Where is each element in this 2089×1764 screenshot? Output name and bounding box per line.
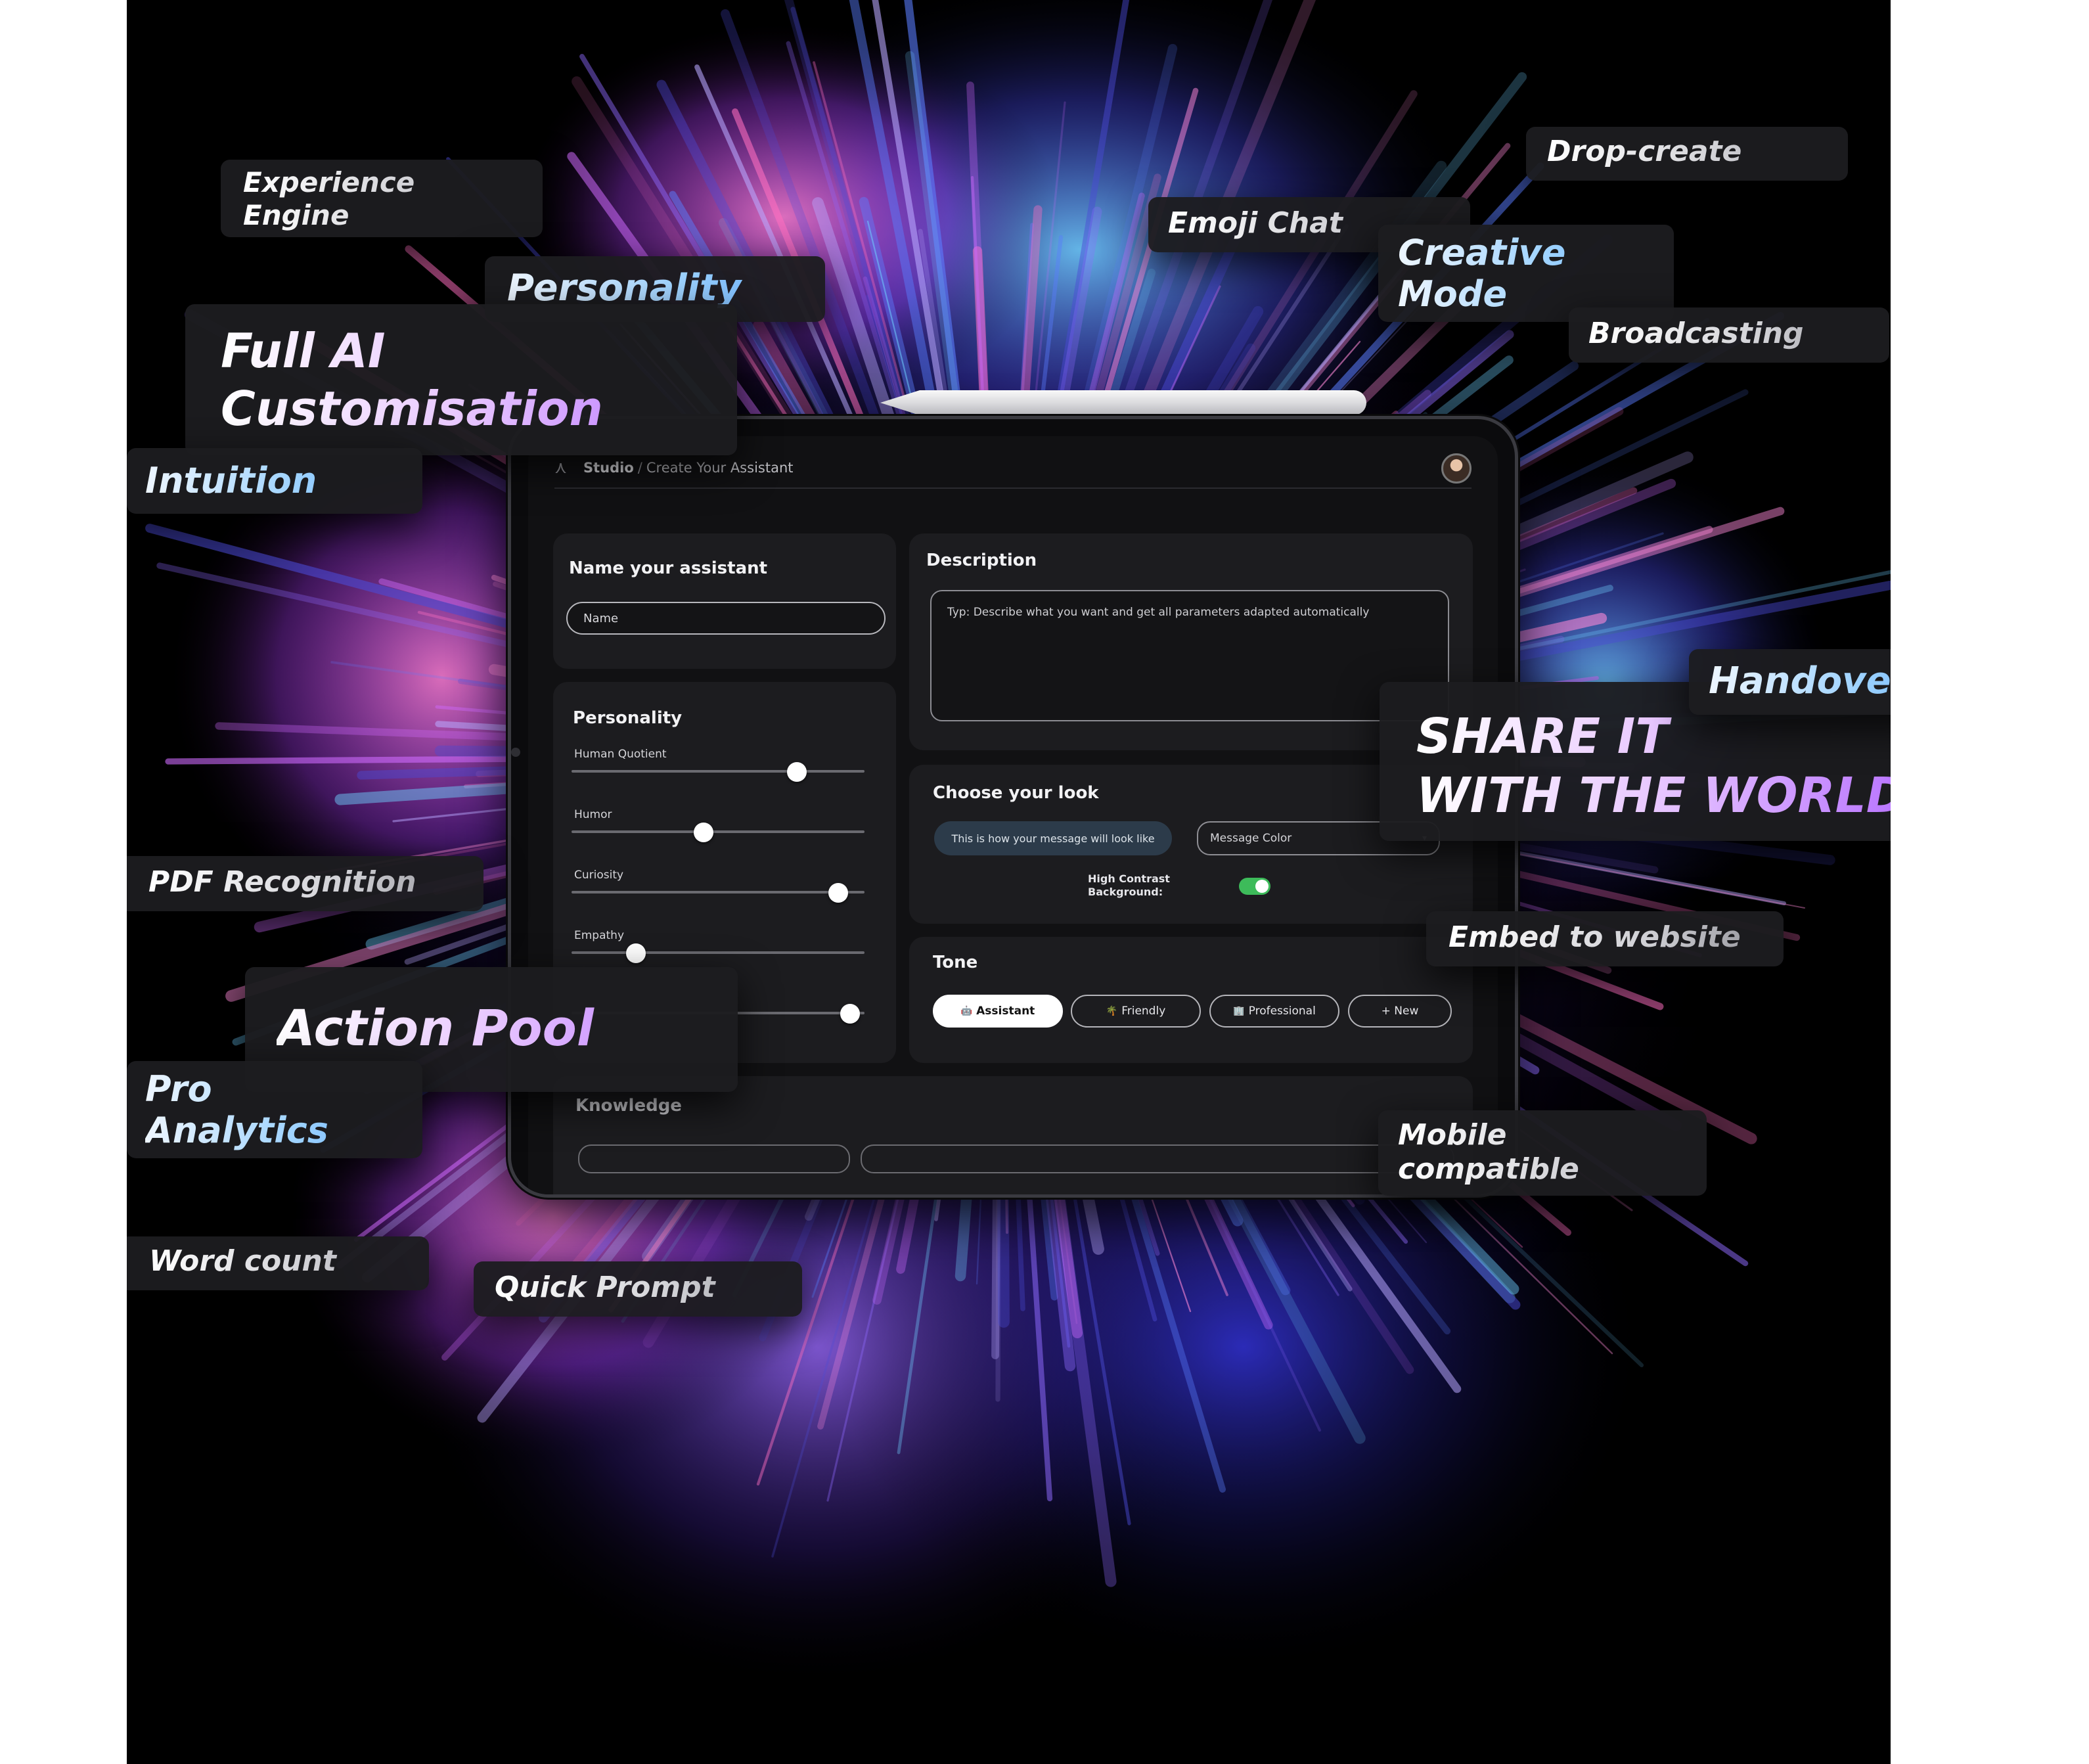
breadcrumb-current-page: Create Your Assistant [646,460,794,476]
assistant-name-input[interactable]: Name [566,602,886,635]
description-textarea[interactable]: Typ: Describe what you want and get all … [930,590,1449,721]
breadcrumb-separator: / [637,460,642,476]
description-card-title: Description [926,551,1037,570]
slider-thumb[interactable] [828,883,848,903]
label-quick-prompt: Quick Prompt [474,1261,802,1317]
high-contrast-label: High Contrast Background: [1088,872,1170,898]
tone-emoji-icon: 🌴 [1106,1006,1118,1016]
label-pro-analytics: Pro Analytics [127,1061,422,1158]
toggle-knob [1255,880,1269,893]
label-drop-create: Drop-create [1526,127,1848,181]
label-word-count: Word count [127,1236,429,1290]
slider-thumb[interactable] [626,943,646,963]
name-card: Name your assistant Name [553,533,896,669]
tone-option-label: + New [1381,1005,1419,1018]
slider-label: Humor [574,808,612,821]
name-card-title: Name your assistant [569,558,768,578]
label-pdf-recognition: PDF Recognition [127,856,483,911]
label-full-ai-customisation: Full AI Customisation [185,304,737,455]
slider-thumb[interactable] [693,823,713,842]
label-broadcasting: Broadcasting [1569,307,1889,363]
tone-option-button[interactable]: 🏢 Professional [1209,995,1339,1028]
knowledge-card: Knowledge [553,1076,1473,1194]
tablet-camera-dot [511,748,520,757]
label-embed-to-website: Embed to website [1426,911,1784,966]
tone-card-title: Tone [933,953,978,972]
message-preview-bubble: This is how your message will look like [934,821,1172,855]
label-experience-engine: Experience Engine [221,160,543,237]
knowledge-input-right[interactable] [861,1144,1454,1173]
message-color-value: Message Color [1210,832,1292,845]
tone-option-button[interactable]: 🤖 Assistant [933,995,1063,1028]
tone-emoji-icon: 🤖 [960,1006,973,1016]
slider-label: Curiosity [574,869,624,882]
slider-track[interactable] [572,891,865,893]
stylus-pencil [880,390,1366,415]
slider-thumb[interactable] [840,1004,860,1024]
slider-thumb[interactable] [787,762,807,782]
breadcrumb-studio[interactable]: Studio [583,460,634,476]
tone-card: Tone 🤖 Assistant 🌴 Friendly 🏢 Professional + N… [909,937,1473,1063]
slider-track[interactable] [572,770,865,773]
personality-card-title: Personality [573,708,683,728]
logo-icon: ⋏ [554,458,568,478]
tone-emoji-icon: 🏢 [1233,1006,1245,1016]
tone-option-label: Assistant [976,1005,1035,1018]
slider-track[interactable] [572,951,865,954]
hero-stage: ⋏ Studio / Create Your Assistant Name yo… [127,0,1891,1764]
tone-option-button[interactable]: + New [1348,995,1452,1028]
slider-label: Empathy [574,929,625,942]
label-mobile-compatible: Mobile compatible [1378,1110,1707,1196]
knowledge-input-left[interactable] [578,1144,850,1173]
slider-label: Human Quotient [574,748,667,761]
look-card-title: Choose your look [933,783,1099,803]
knowledge-card-title: Knowledge [575,1096,682,1116]
high-contrast-toggle[interactable] [1239,878,1270,895]
user-avatar[interactable] [1441,453,1471,484]
slider-track[interactable] [572,830,865,833]
tone-option-label: Professional [1248,1005,1316,1018]
label-handover: Handover [1689,649,1891,715]
label-intuition: Intuition [127,448,422,514]
tone-option-button[interactable]: 🌴 Friendly [1071,995,1201,1028]
tone-option-label: Friendly [1121,1005,1166,1018]
